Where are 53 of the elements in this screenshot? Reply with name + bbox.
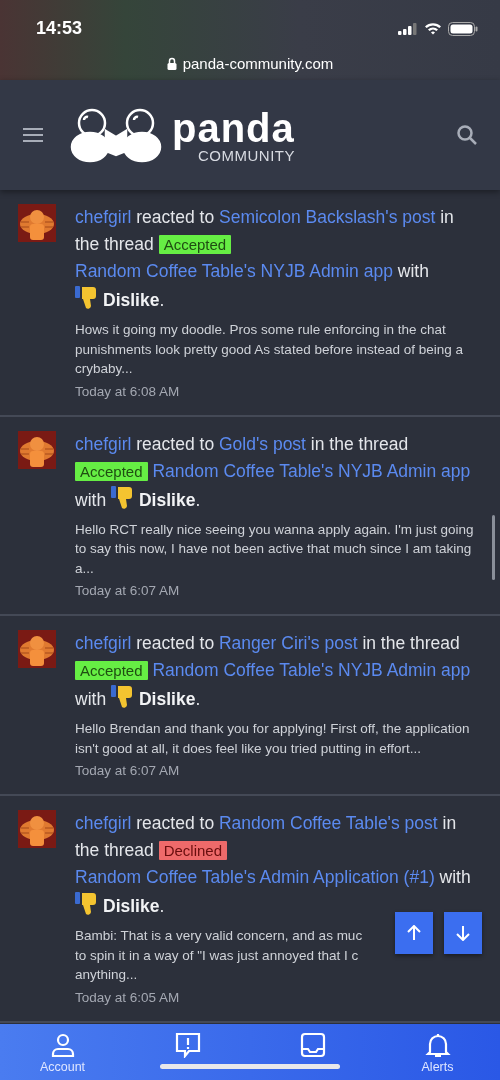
nav-label[interactable]: Account [39, 1060, 86, 1074]
thread-link[interactable]: Random Coffee Table's NYJB Admin app [152, 660, 471, 680]
thumbs-down-icon [111, 684, 135, 710]
nav-label[interactable]: Alerts [421, 1060, 454, 1074]
status-tag: Declined [158, 841, 228, 860]
arrow-up-icon [407, 925, 421, 941]
arrow-down-icon [456, 925, 470, 941]
post-excerpt: Hello Brendan and thank you for applying! First off, the application isn't good at all, it does feel like you tried putting in effort... [75, 720, 471, 758]
thumbs-down-icon [75, 285, 99, 311]
logo-wordmark[interactable]: panda [172, 107, 295, 148]
person-icon[interactable] [49, 1032, 76, 1058]
status-tag: Accepted [75, 461, 148, 481]
logo-subtitle: COMMUNITY [198, 147, 295, 163]
wifi-icon [424, 22, 442, 35]
post-excerpt: Hello RCT really nice seeing you wanna apply again. I'm just going to say this now, I have not been active that much since I am taking a... [75, 520, 475, 578]
notification-text: chefgirl reacted to Semicolon Backslash's post in the thread Accepted Random Coffee Table's NYJB Admin app with Dislike. [75, 206, 455, 313]
timestamp: Today at 6:07 AM [75, 763, 181, 778]
user-link[interactable]: chefgirl [75, 813, 132, 833]
post-link[interactable]: Semicolon Backslash's post [219, 207, 436, 227]
signal-icon [398, 22, 418, 35]
scroll-up-button[interactable] [395, 912, 433, 954]
thread-link[interactable]: Random Coffee Table's NYJB Admin app [75, 261, 393, 281]
user-link[interactable]: chefgirl [75, 207, 132, 227]
bell-icon[interactable] [424, 1032, 451, 1058]
thread-link[interactable]: Random Coffee Table's Admin Application (#1) [75, 867, 435, 887]
search-icon[interactable] [456, 124, 478, 146]
notification-text: chefgirl reacted to Gold's post in the thread Accepted Random Coffee Table's NYJB Admin app with Dislike. [75, 432, 472, 513]
battery-icon [448, 21, 478, 36]
post-link[interactable]: Gold's post [219, 433, 306, 454]
lock-icon [166, 57, 177, 70]
scrollbar[interactable] [492, 515, 495, 580]
post-excerpt: Hows it going my doodle. Pros some rule enforcing in the chat punishments look pretty good As stated before instead of being a crybaby... [75, 321, 464, 378]
user-link[interactable]: chefgirl [75, 433, 132, 454]
post-link[interactable]: Random Coffee Table's post [219, 813, 438, 833]
timestamp: Today at 6:05 AM [75, 989, 181, 1005]
thumbs-down-icon [75, 891, 99, 917]
timestamp: Today at 6:07 AM [75, 583, 181, 598]
url-text[interactable]: panda-community.com [182, 55, 334, 72]
scroll-down-button[interactable] [444, 912, 482, 954]
timestamp: Today at 6:08 AM [75, 383, 181, 399]
thread-link[interactable]: Random Coffee Table's NYJB Admin app [152, 460, 471, 481]
message-alert-icon[interactable] [174, 1032, 201, 1058]
status-tag: Accepted [75, 661, 148, 680]
user-link[interactable]: chefgirl [75, 633, 132, 653]
notification-text: chefgirl reacted to Random Coffee Table's post in the thread Declined Random Coffee Table's Admin Application (#1) with Dislike. [75, 812, 472, 919]
thumbs-down-icon [111, 484, 135, 511]
status-time: 14:53 [36, 18, 83, 39]
status-tag: Accepted [158, 235, 232, 254]
menu-icon[interactable] [22, 127, 44, 143]
post-excerpt: Bambi: That is a very valid concern, and as muc to spin it in a way of "I was just annoyed that I c anything... [75, 927, 363, 984]
post-link[interactable]: Ranger Ciri's post [219, 633, 358, 653]
notification-text: chefgirl reacted to Ranger Ciri's post in the thread Accepted Random Coffee Table's NYJB Admin app with Dislike. [75, 632, 472, 712]
inbox-icon[interactable] [299, 1032, 326, 1058]
